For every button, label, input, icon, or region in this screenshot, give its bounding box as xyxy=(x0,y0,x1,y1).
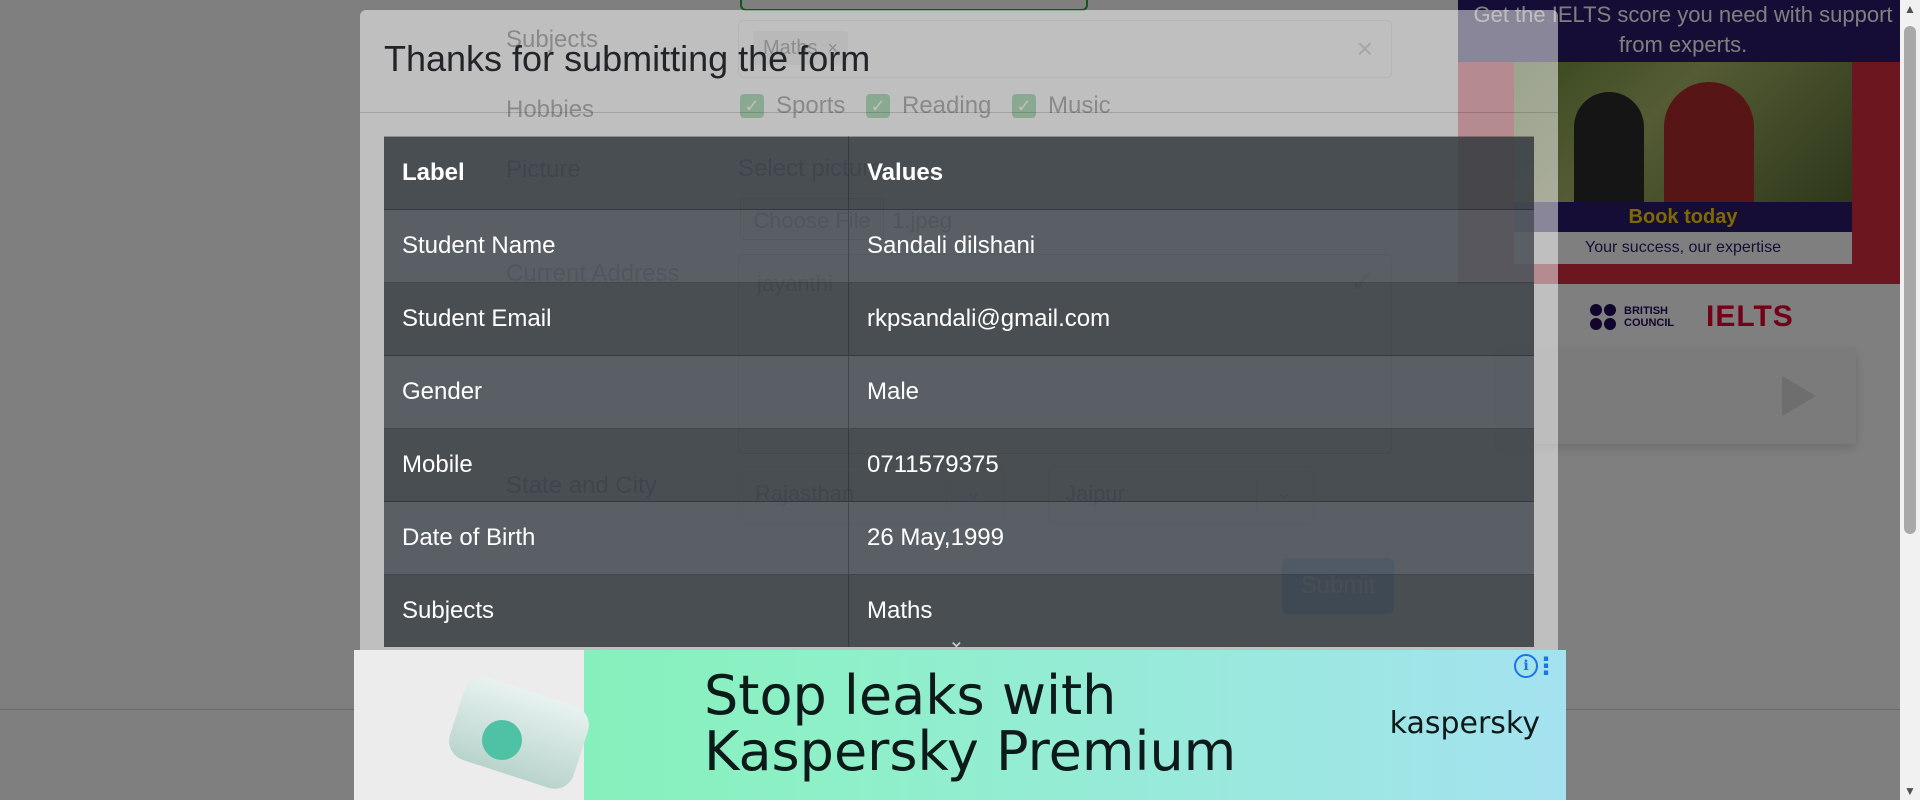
ad-product-image xyxy=(354,650,595,800)
table-row: Student Name Sandali dilshani xyxy=(384,209,1534,283)
row-value: 26 May,1999 xyxy=(848,501,1534,575)
ad-headline: Stop leaks with Kaspersky Premium xyxy=(704,668,1236,780)
page-scrollbar[interactable]: ▲ ▼ xyxy=(1900,0,1920,800)
table-row: Gender Male xyxy=(384,355,1534,429)
table-header-row: Label Values xyxy=(384,136,1534,210)
modal-header: Thanks for submitting the form xyxy=(360,10,1558,113)
ad-more-options-icon[interactable]: ⋮ xyxy=(1534,652,1558,681)
row-label: Gender xyxy=(384,355,849,429)
kaspersky-ad[interactable]: Stop leaks with Kaspersky Premium kasper… xyxy=(354,650,1566,800)
table-row: Mobile 0711579375 xyxy=(384,428,1534,502)
kaspersky-logo: kaspersky xyxy=(1389,706,1540,741)
row-label: Date of Birth xyxy=(384,501,849,575)
table-row: Date of Birth 26 May,1999 xyxy=(384,501,1534,575)
row-value: Male xyxy=(848,355,1534,429)
row-label: Student Email xyxy=(384,282,849,356)
row-label: Mobile xyxy=(384,428,849,502)
table-row: Student Email rkpsandali@gmail.com xyxy=(384,282,1534,356)
row-value: Sandali dilshani xyxy=(848,209,1534,283)
row-value: rkpsandali@gmail.com xyxy=(848,282,1534,356)
modal-title: Thanks for submitting the form xyxy=(384,38,871,79)
row-label: Student Name xyxy=(384,209,849,283)
row-label: Subjects xyxy=(384,574,849,647)
leak-graphic xyxy=(482,720,522,760)
scrollbar-thumb[interactable] xyxy=(1904,26,1916,534)
submission-table: Label Values Student Name Sandali dilsha… xyxy=(384,136,1534,647)
row-value: 0711579375 xyxy=(848,428,1534,502)
label-column-header: Label xyxy=(384,136,849,210)
ad-headline-line: Stop leaks with xyxy=(704,664,1117,727)
ad-headline-line: Kaspersky Premium xyxy=(704,720,1237,783)
scroll-down-arrow-icon[interactable]: ▼ xyxy=(1904,784,1916,798)
scroll-up-arrow-icon[interactable]: ▲ xyxy=(1904,2,1916,16)
values-column-header: Values xyxy=(848,136,1534,210)
